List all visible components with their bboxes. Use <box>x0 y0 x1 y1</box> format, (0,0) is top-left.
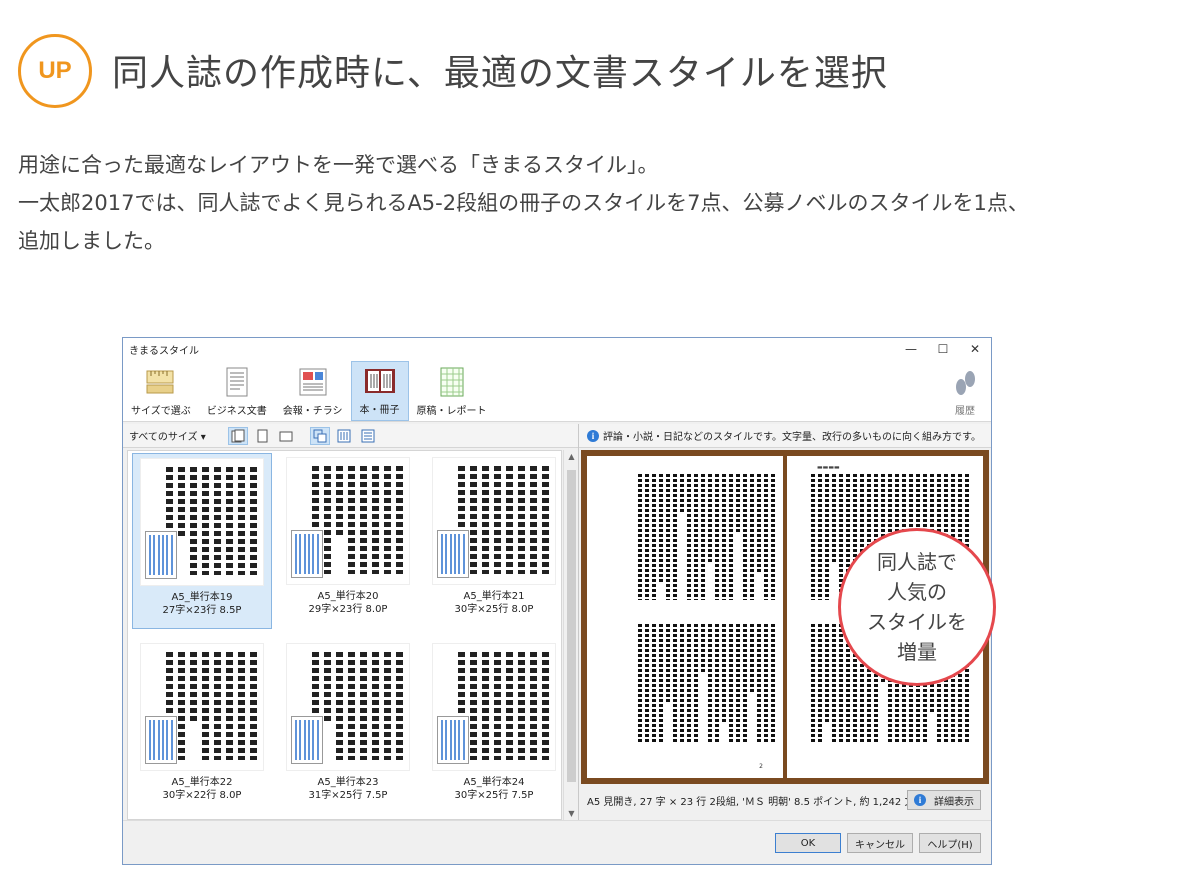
mini-page-icon <box>291 530 323 578</box>
detail-button[interactable]: i 詳細表示 <box>907 790 981 810</box>
ruler-icon <box>144 366 178 398</box>
ok-button[interactable]: OK <box>775 833 841 853</box>
page-landscape-icon[interactable] <box>276 427 296 445</box>
help-button[interactable]: ヘルプ(H) <box>919 833 981 853</box>
lower-text-block <box>638 624 775 744</box>
mini-page-icon <box>145 531 177 579</box>
ribbon-label: 本・冊子 <box>359 405 400 416</box>
thumb-spec: 27字×23行 8.5P <box>162 605 242 616</box>
category-ribbon: サイズで選ぶ ビジネス文書 会報・チラシ 本・冊子 原稿・レポート 履歴 <box>123 360 991 422</box>
footprints-icon <box>951 369 979 402</box>
left-page: 2 <box>587 456 783 778</box>
mini-page-icon <box>437 716 469 764</box>
description-line: 一太郎2017では、同人誌でよく見られるA5-2段組の冊子のスタイルを7点、公募… <box>18 191 1029 215</box>
thumb-name: A5_単行本22 <box>171 777 233 788</box>
document-icon <box>220 366 254 398</box>
callout-badge: 同人誌で 人気の スタイルを 増量 <box>838 528 996 686</box>
thumbnail-grid: A5_単行本19 27字×23行 8.5P A5_単行本20 29字×23行 8… <box>127 450 562 820</box>
layout-all-icon[interactable] <box>309 426 330 445</box>
scroll-up-icon[interactable]: ▲ <box>564 452 579 461</box>
ribbon-newsletter[interactable]: 会報・チラシ <box>275 361 351 421</box>
ribbon-label: 会報・チラシ <box>282 406 343 417</box>
running-head: ▬▬▬▬ <box>817 464 840 471</box>
page-title: 同人誌の作成時に、最適の文書スタイルを選択 <box>112 53 888 94</box>
style-thumb[interactable]: A5_単行本21 30字×25行 8.0P <box>424 453 564 629</box>
dialog-title: きまるスタイル <box>129 345 199 357</box>
history-button[interactable]: 履歴 <box>951 369 979 417</box>
dialog-footer: OK キャンセル ヘルプ(H) <box>123 820 991 864</box>
thumb-preview <box>432 457 556 585</box>
thumb-preview <box>286 643 410 771</box>
page-portrait-icon[interactable] <box>252 427 272 445</box>
horizontal-text-icon[interactable] <box>358 427 378 445</box>
status-bar: A5 見開き, 27 字 × 23 行 2段組, 'ＭＳ 明朝' 8.5 ポイン… <box>581 788 989 812</box>
style-thumb[interactable]: A5_単行本20 29字×23行 8.0P <box>278 453 418 629</box>
style-thumb[interactable]: A5_単行本22 30字×22行 8.0P <box>132 639 272 815</box>
manuscript-icon <box>435 366 469 398</box>
callout-line: 人気の <box>887 580 947 604</box>
thumb-spec: 31字×25行 7.5P <box>308 790 388 801</box>
thumb-name: A5_単行本19 <box>171 592 233 603</box>
ribbon-label: 原稿・レポート <box>416 406 487 417</box>
history-label: 履歴 <box>955 406 975 417</box>
ribbon-size[interactable]: サイズで選ぶ <box>123 361 199 421</box>
thumb-name: A5_単行本20 <box>317 591 379 602</box>
description-line: 追加しました。 <box>18 229 165 253</box>
style-hint: i 評論・小説・日記などのスタイルです。文字量、改行の多いものに向く組み方です。 <box>579 424 991 448</box>
style-thumb[interactable]: A5_単行本19 27字×23行 8.5P <box>132 453 272 629</box>
style-thumb[interactable]: A5_単行本23 31字×25行 7.5P <box>278 639 418 815</box>
thumb-preview <box>140 458 264 586</box>
thumb-spec: 30字×25行 8.0P <box>454 604 534 615</box>
status-text: A5 見開き, 27 字 × 23 行 2段組, 'ＭＳ 明朝' 8.5 ポイン… <box>587 796 925 808</box>
thumb-preview <box>432 643 556 771</box>
mini-page-icon <box>437 530 469 578</box>
minimize-button[interactable]: — <box>895 342 927 356</box>
thumb-name: A5_単行本23 <box>317 777 379 788</box>
thumb-preview <box>286 457 410 585</box>
size-filter-value: すべてのサイズ <box>129 432 198 443</box>
scroll-down-icon[interactable]: ▼ <box>564 809 579 818</box>
info-icon: i <box>587 429 599 442</box>
book-icon <box>363 365 397 397</box>
mini-page-icon <box>291 716 323 764</box>
scroll-thumb[interactable] <box>567 470 576 782</box>
title-bar: きまるスタイル — ☐ ✕ <box>123 338 991 360</box>
thumb-spec: 30字×22行 8.0P <box>162 790 242 801</box>
newsletter-icon <box>296 366 330 398</box>
description-line: 用途に合った最適なレイアウトを一発で選べる「きまるスタイル」。 <box>18 153 659 177</box>
up-badge: UP <box>18 34 92 108</box>
vertical-scrollbar[interactable]: ▲ ▼ <box>563 450 578 820</box>
thumb-name: A5_単行本21 <box>463 591 525 602</box>
thumb-spec: 29字×23行 8.0P <box>308 604 388 615</box>
page-both-icon[interactable] <box>227 426 248 445</box>
ribbon-label: ビジネス文書 <box>206 406 267 417</box>
maximize-button[interactable]: ☐ <box>927 342 959 356</box>
callout-line: 同人誌で <box>877 550 957 574</box>
info-icon: i <box>914 794 926 806</box>
hint-text: 評論・小説・日記などのスタイルです。文字量、改行の多いものに向く組み方です。 <box>603 432 981 443</box>
ribbon-manuscript[interactable]: 原稿・レポート <box>409 361 495 421</box>
ribbon-business[interactable]: ビジネス文書 <box>199 361 275 421</box>
upper-text-block <box>638 474 775 600</box>
thumb-spec: 30字×25行 7.5P <box>454 790 534 801</box>
callout-line: スタイルを <box>867 610 967 634</box>
ribbon-book[interactable]: 本・冊子 <box>350 361 409 421</box>
cancel-button[interactable]: キャンセル <box>847 833 913 853</box>
mini-page-icon <box>145 716 177 764</box>
page-number: 2 <box>759 763 763 770</box>
list-toolbar: すべてのサイズ ▾ <box>123 424 578 448</box>
thumb-preview <box>140 643 264 771</box>
description: 用途に合った最適なレイアウトを一発で選べる「きまるスタイル」。 一太郎2017で… <box>18 146 1198 260</box>
style-thumb[interactable]: A5_単行本24 30字×25行 7.5P <box>424 639 564 815</box>
style-list-pane: すべてのサイズ ▾ A5_単行本19 27字×23行 8.5P A5_単行本20… <box>123 424 579 820</box>
detail-label: 詳細表示 <box>934 796 974 808</box>
ribbon-label: サイズで選ぶ <box>131 406 191 417</box>
callout-line: 増量 <box>897 640 937 664</box>
vertical-text-icon[interactable] <box>334 427 354 445</box>
thumb-name: A5_単行本24 <box>463 777 525 788</box>
size-filter-dropdown[interactable]: すべてのサイズ ▾ <box>129 428 206 443</box>
close-button[interactable]: ✕ <box>959 342 991 356</box>
